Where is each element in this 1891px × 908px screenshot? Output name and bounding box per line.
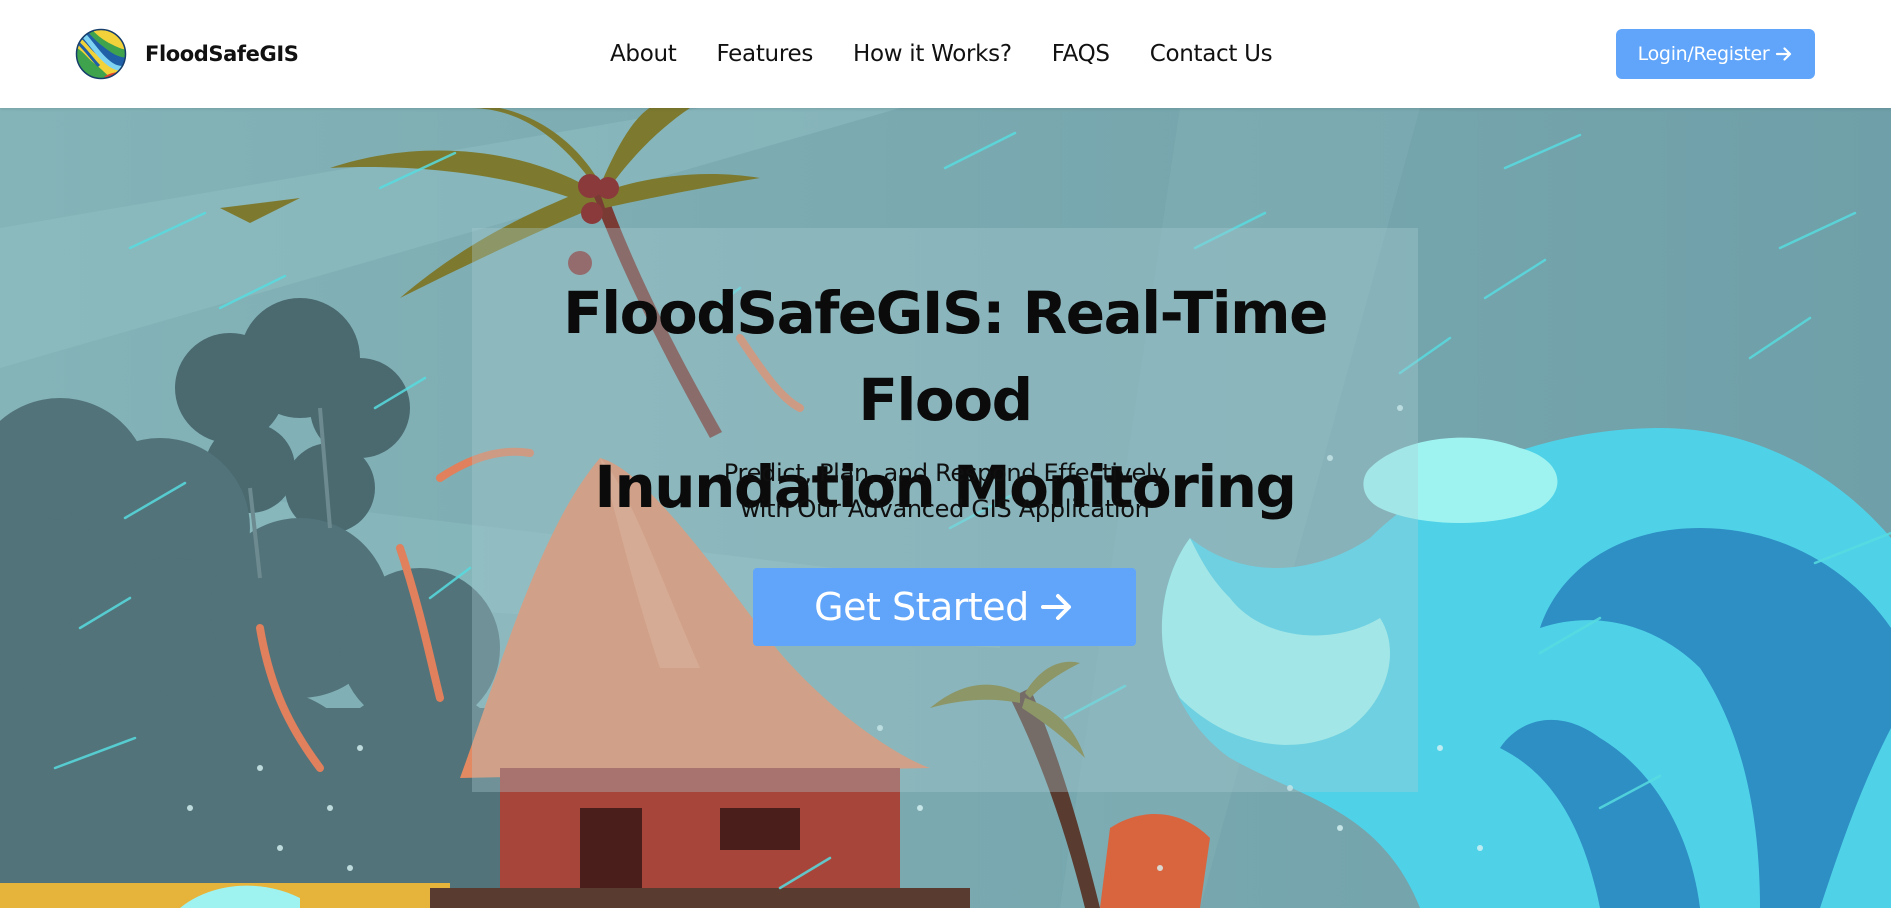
nav-link-how-it-works[interactable]: How it Works? xyxy=(853,41,1012,67)
login-register-button[interactable]: Login/Register xyxy=(1616,29,1815,79)
brand-link[interactable]: FloodSafeGIS xyxy=(75,28,299,80)
login-register-label: Login/Register xyxy=(1637,43,1770,65)
arrow-right-icon xyxy=(1776,47,1792,61)
navbar: FloodSafeGIS About Features How it Works… xyxy=(0,0,1891,108)
nav-link-contact-us[interactable]: Contact Us xyxy=(1150,41,1273,67)
globe-logo-icon xyxy=(75,28,127,80)
nav-menu: About Features How it Works? FAQS Contac… xyxy=(610,34,1273,74)
hero-subtitle: Predict, Plan, and Respond Effectively w… xyxy=(672,455,1218,527)
get-started-label: Get Started xyxy=(814,585,1029,629)
hero-subtitle-line-2: with Our Advanced GIS Application xyxy=(740,495,1150,523)
hero-title-line-1: FloodSafeGIS: Real-Time Flood xyxy=(563,279,1328,434)
arrow-right-icon xyxy=(1040,594,1071,620)
nav-link-faqs[interactable]: FAQS xyxy=(1052,41,1110,67)
hero-section: FloodSafeGIS: Real-Time Flood Inundation… xyxy=(0,108,1891,908)
hero-subtitle-line-1: Predict, Plan, and Respond Effectively xyxy=(723,459,1167,487)
brand-name: FloodSafeGIS xyxy=(145,42,299,66)
nav-link-about[interactable]: About xyxy=(610,41,677,67)
nav-link-features[interactable]: Features xyxy=(717,41,814,67)
get-started-button[interactable]: Get Started xyxy=(753,568,1136,646)
